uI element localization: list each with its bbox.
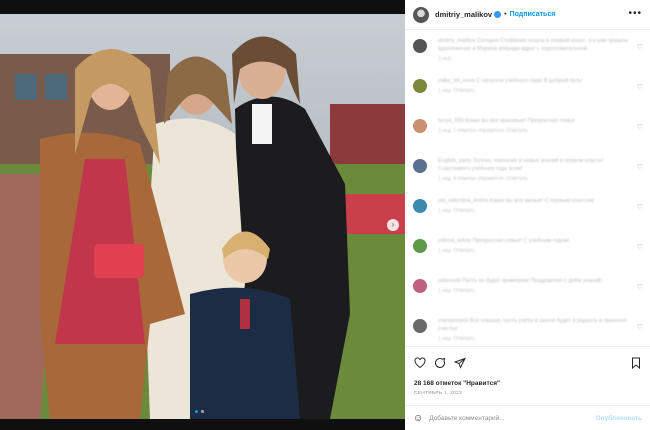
post-photo[interactable]: ›: [0, 14, 405, 419]
comment-icon[interactable]: [434, 357, 446, 369]
comment-meta[interactable]: 2 нед.: [438, 56, 630, 62]
likes-count[interactable]: 28 168 отметок "Нравится": [414, 380, 500, 387]
bookmark-icon[interactable]: [630, 357, 642, 369]
post-side-panel: dmitriy_malikov • Подписаться ••• dmitri…: [405, 0, 650, 430]
comment-meta[interactable]: 1 нед. Ответить: [438, 88, 630, 94]
commenter-avatar[interactable]: [413, 319, 427, 333]
commenter-avatar[interactable]: [413, 159, 427, 173]
photo-family-icon: [0, 14, 405, 419]
heart-icon[interactable]: [414, 357, 426, 369]
comment-like-icon[interactable]: ♡: [637, 323, 643, 331]
comment-like-icon[interactable]: ♡: [637, 243, 643, 251]
post-modal: › dmitriy_malikov • Подписаться ••• dmit…: [0, 0, 650, 430]
comment-text: mariasmaria Всё хорошо, пусть учёба в шк…: [438, 318, 628, 332]
action-bar: 28 168 отметок "Нравится": [405, 346, 650, 392]
commenter-avatar[interactable]: [413, 39, 427, 53]
comment-text: tanya_999 Какие вы все красивые! Прекрас…: [438, 118, 575, 124]
commenter-avatar[interactable]: [413, 279, 427, 293]
comment-item: natavoda Пусть он будет примером! Поздра…: [405, 271, 650, 311]
follow-button[interactable]: Подписаться: [510, 11, 556, 18]
comment-like-icon[interactable]: ♡: [637, 43, 643, 51]
comment-text: natavoda Пусть он будет примером! Поздра…: [438, 278, 603, 284]
comment-like-icon[interactable]: ♡: [637, 283, 643, 291]
next-photo-button[interactable]: ›: [387, 219, 399, 231]
comment-meta[interactable]: 2 нед. 1 отметка «Нравится» Ответить: [438, 128, 630, 134]
comment-meta[interactable]: 1 нед. Ответить: [438, 336, 630, 342]
comment-like-icon[interactable]: ♡: [637, 203, 643, 211]
comment-item: milky_de_nova С началом учебного года! В…: [405, 71, 650, 111]
comment-item: English_party Успеха, терпения и новых з…: [405, 151, 650, 191]
comment-text: English_party Успеха, терпения и новых з…: [438, 158, 604, 172]
more-options-icon[interactable]: •••: [628, 8, 642, 19]
comment-text: ola_valentina_lenina Какие вы все милые!…: [438, 198, 595, 204]
add-comment-bar: ☺ Опубликовать: [405, 405, 650, 430]
carousel-dot: [195, 410, 198, 413]
comment-item: ola_valentina_lenina Какие вы все милые!…: [405, 191, 650, 231]
comment-meta[interactable]: 1 нед. 4 отметки «Нравится» Ответить: [438, 176, 630, 182]
commenter-avatar[interactable]: [413, 239, 427, 253]
comment-text: milena_tofree Прекрасная семья! С учебны…: [438, 238, 570, 244]
send-icon[interactable]: [454, 357, 466, 369]
comment-item: mariasmaria Всё хорошо, пусть учёба в шк…: [405, 311, 650, 344]
comment-like-icon[interactable]: ♡: [637, 163, 643, 171]
comment-like-icon[interactable]: ♡: [637, 123, 643, 131]
commenter-avatar[interactable]: [413, 79, 427, 93]
comment-meta[interactable]: 1 нед. Ответить: [438, 288, 630, 294]
publish-button[interactable]: Опубликовать: [596, 415, 642, 422]
post-date: СЕНТЯБРЬ 1, 2022: [414, 391, 463, 396]
comment-meta[interactable]: 1 нед. Ответить: [438, 208, 630, 214]
comment-like-icon[interactable]: ♡: [637, 83, 643, 91]
comment-item: dmitriy_malikov Сегодня Стефания пошла в…: [405, 31, 650, 71]
comment-item: milena_tofree Прекрасная семья! С учебны…: [405, 231, 650, 271]
comment-text: dmitriy_malikov Сегодня Стефания пошла в…: [438, 38, 628, 52]
comments-list[interactable]: dmitriy_malikov Сегодня Стефания пошла в…: [405, 31, 650, 344]
comment-text: milky_de_nova С началом учебного года! В…: [438, 78, 583, 84]
commenter-avatar[interactable]: [413, 199, 427, 213]
verified-badge-icon: [494, 11, 502, 18]
separator: •: [504, 11, 507, 18]
carousel-dot: [201, 410, 204, 413]
comment-input[interactable]: [429, 414, 585, 422]
avatar[interactable]: [413, 6, 429, 23]
comment-item: tanya_999 Какие вы все красивые! Прекрас…: [405, 111, 650, 151]
post-header: dmitriy_malikov • Подписаться •••: [405, 0, 650, 30]
username[interactable]: dmitriy_malikov: [435, 10, 492, 19]
carousel-indicator: [195, 410, 204, 413]
commenter-avatar[interactable]: [413, 119, 427, 133]
comment-meta[interactable]: 1 нед. Ответить: [438, 248, 630, 254]
emoji-icon[interactable]: ☺: [413, 413, 423, 424]
